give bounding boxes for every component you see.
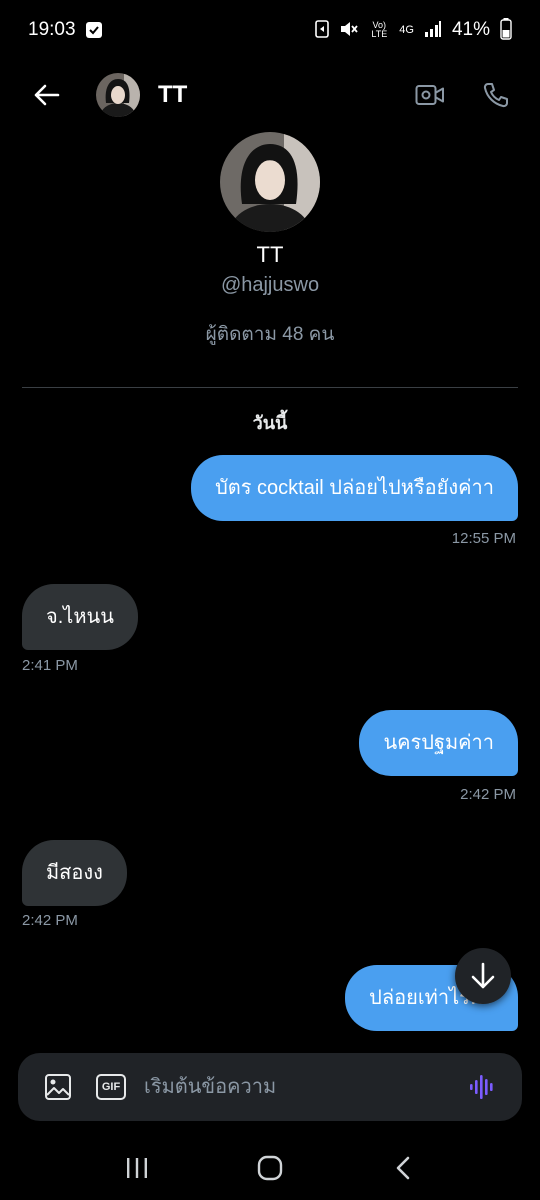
voice-message-button[interactable]	[464, 1069, 500, 1105]
message-bubble-outgoing[interactable]: บัตร cocktail ปล่อยไปหรือยังค่าา	[191, 455, 518, 521]
home-icon	[257, 1155, 283, 1181]
conversation-header: TT	[0, 62, 540, 128]
day-label: วันนี้	[252, 413, 288, 433]
video-call-button[interactable]	[412, 77, 448, 113]
message-timestamp: 2:42 PM	[22, 912, 78, 929]
video-camera-icon	[415, 85, 444, 105]
volte-label: Vo) LTE	[371, 20, 388, 39]
status-icons: Vo) LTE 4G 41%	[315, 17, 512, 43]
back-arrow-icon	[34, 84, 60, 106]
profile-summary: TT @hajjuswo ผู้ติดตาม 48 คน	[0, 132, 540, 349]
header-avatar[interactable]	[96, 73, 140, 117]
header-name[interactable]: TT	[158, 81, 187, 109]
voice-call-button[interactable]	[478, 77, 514, 113]
header-actions	[412, 77, 514, 113]
battery-icon	[500, 17, 512, 43]
gif-button[interactable]: GIF	[96, 1074, 126, 1100]
message-bubble-outgoing[interactable]: นครปฐมค่าา	[359, 710, 518, 776]
message-bubble-incoming[interactable]: มีสองง	[22, 840, 127, 906]
message-timestamp: 2:42 PM	[460, 786, 516, 803]
voice-wave-icon	[470, 1075, 493, 1099]
message-timestamp: 2:41 PM	[22, 657, 78, 674]
mute-icon	[339, 20, 359, 41]
message-timestamp: 12:55 PM	[451, 530, 516, 547]
message-bubble-incoming[interactable]: จ.ไหนน	[22, 584, 138, 650]
profile-avatar[interactable]	[220, 132, 320, 232]
status-bar: 19:03 Vo) LTE 4G 41%	[0, 0, 540, 60]
notification-check-icon	[85, 22, 102, 38]
phone-icon	[483, 83, 508, 108]
message-input[interactable]	[144, 1075, 464, 1099]
arrow-down-icon	[471, 962, 495, 989]
status-time: 19:03	[28, 19, 76, 40]
chevron-left-icon	[397, 1156, 410, 1180]
back-nav-button[interactable]	[378, 1143, 428, 1193]
add-image-button[interactable]	[40, 1069, 76, 1105]
image-icon	[45, 1074, 71, 1100]
recent-apps-button[interactable]	[112, 1143, 162, 1193]
message-composer: GIF	[18, 1053, 522, 1121]
profile-followers[interactable]: ผู้ติดตาม 48 คน	[0, 319, 540, 349]
back-button[interactable]	[26, 75, 66, 115]
scroll-to-bottom-button[interactable]	[455, 948, 511, 1004]
network-type: 4G	[399, 24, 414, 36]
sync-icon	[315, 19, 330, 41]
profile-name: TT	[256, 242, 284, 267]
recents-icon	[126, 1158, 147, 1178]
system-nav-bar	[0, 1140, 540, 1196]
signal-icon	[424, 20, 442, 40]
profile-handle: @hajjuswo	[220, 274, 320, 296]
battery-percent: 41%	[451, 19, 490, 40]
home-button[interactable]	[245, 1143, 295, 1193]
divider	[22, 387, 518, 388]
